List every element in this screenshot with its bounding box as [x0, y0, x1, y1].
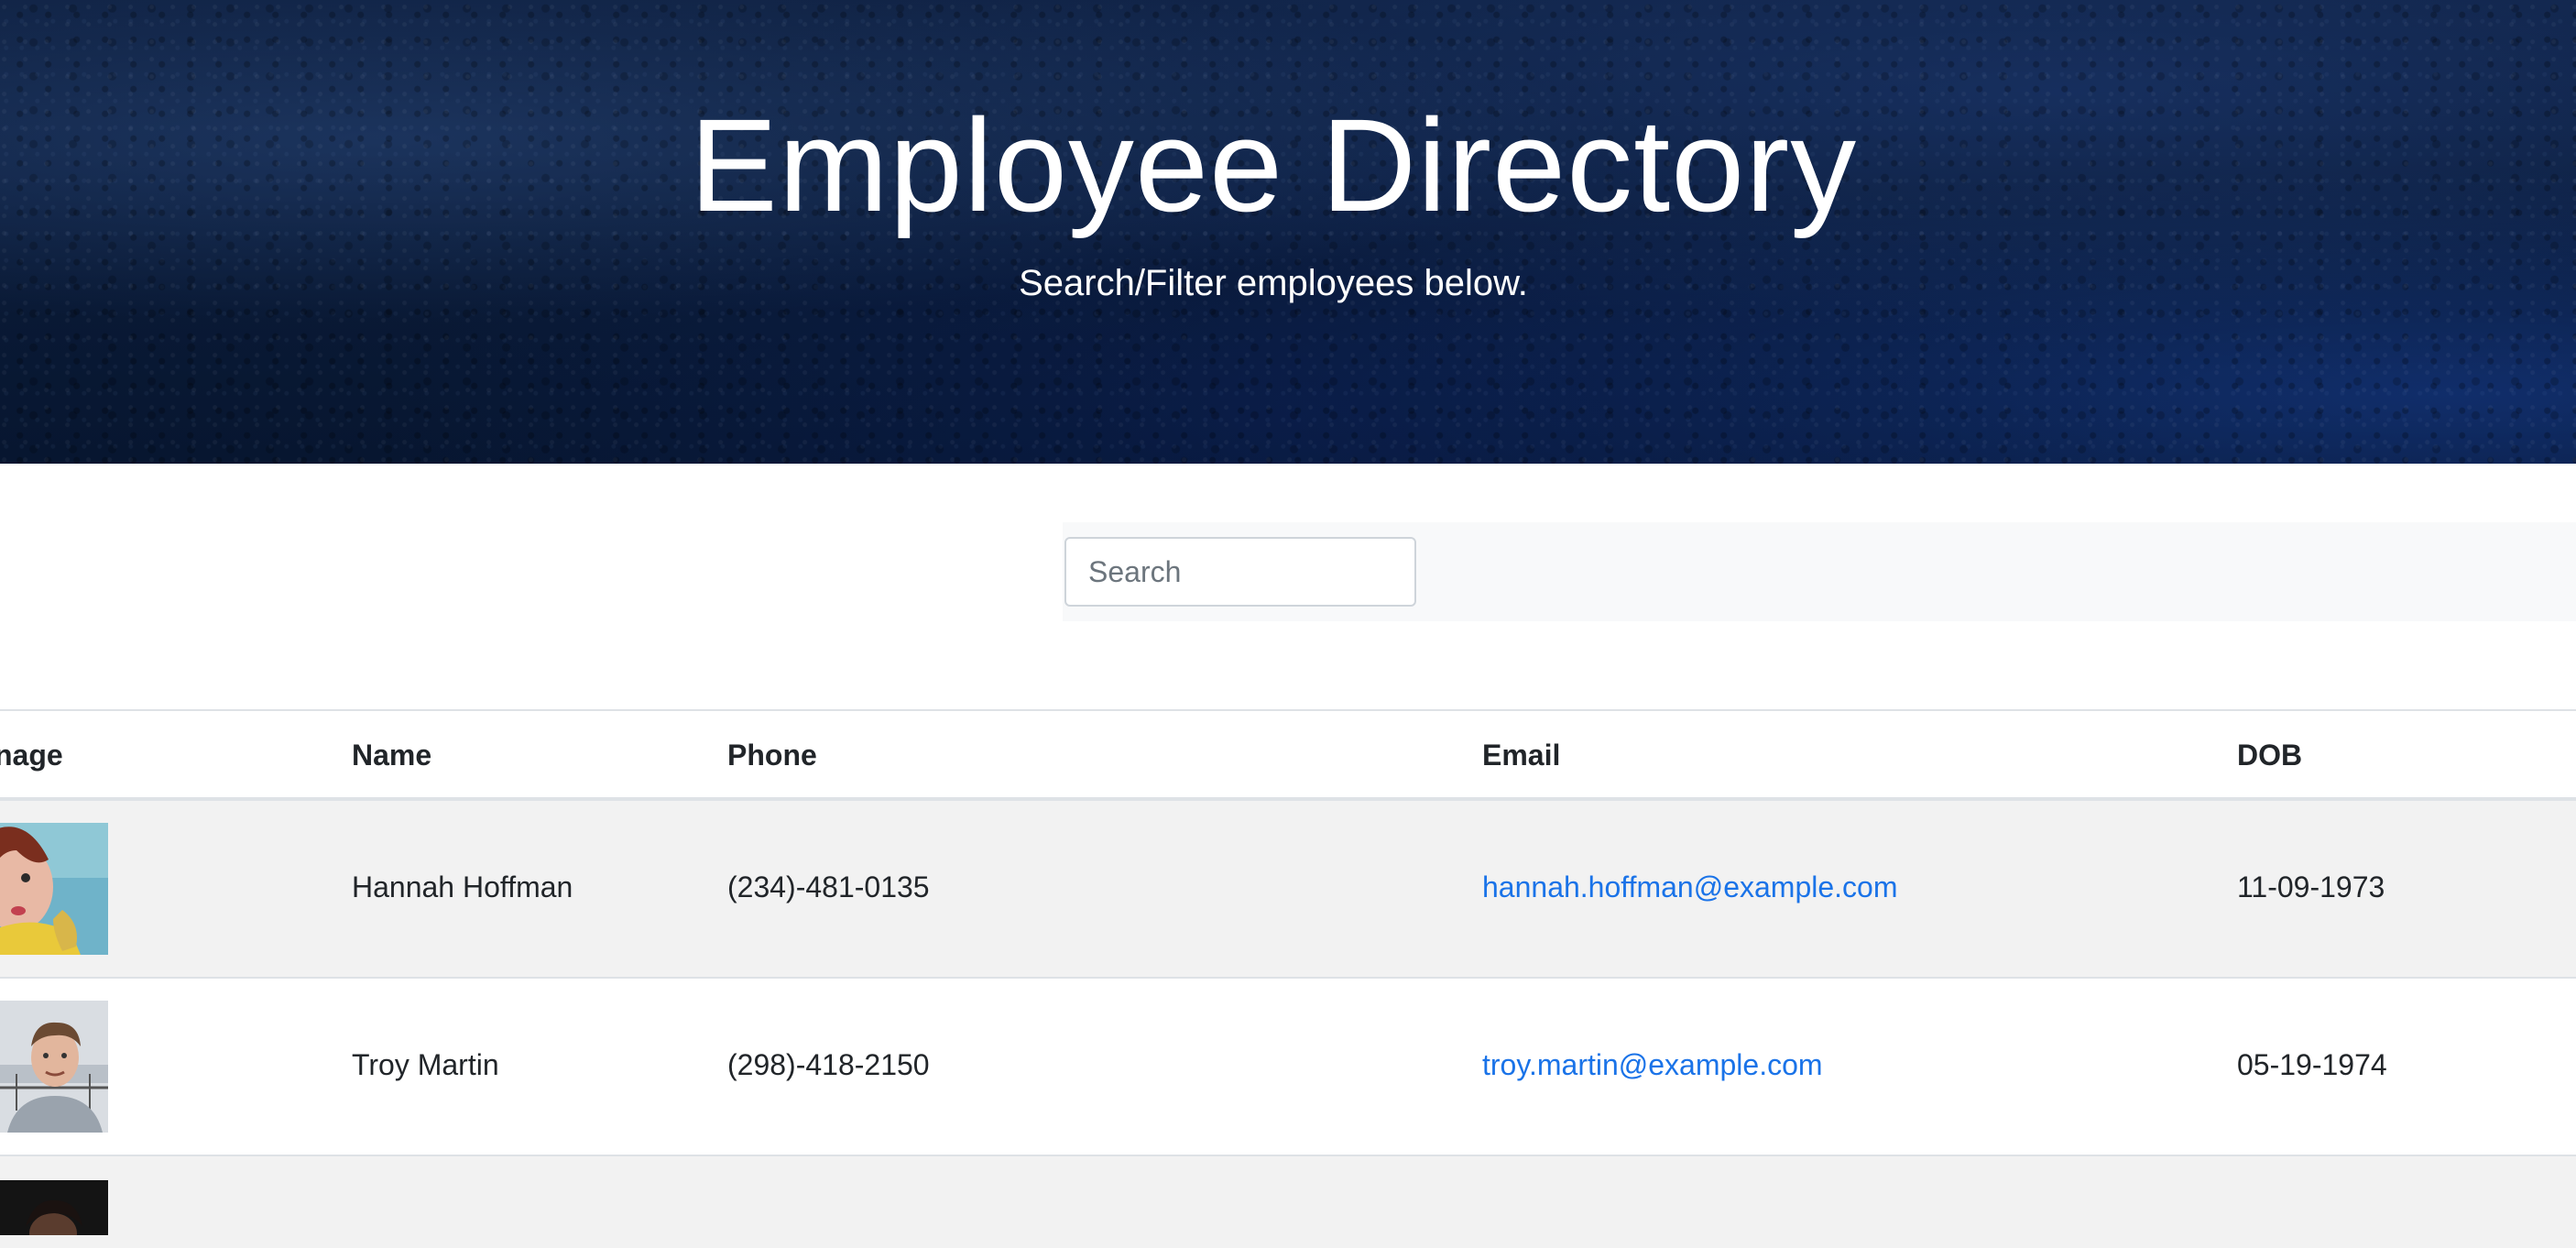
employee-phone: (298)-418-2150 [727, 1048, 930, 1081]
column-header-image[interactable]: nage [0, 739, 63, 772]
employee-dob: 11-09-1973 [2237, 870, 2385, 903]
column-header-dob[interactable]: DOB [2237, 739, 2302, 772]
column-header-email[interactable]: Email [1482, 739, 1560, 772]
column-header-name[interactable]: Name [352, 739, 431, 772]
employee-name: Hannah Hoffman [352, 870, 573, 903]
column-header-phone[interactable]: Phone [727, 739, 817, 772]
table-row [0, 1156, 2576, 1248]
avatar [0, 823, 108, 955]
employee-phone: (234)-481-0135 [727, 870, 930, 903]
avatar [0, 1001, 108, 1133]
avatar-photo-icon [0, 1001, 108, 1133]
search-bar [1063, 522, 2576, 621]
avatar [0, 1180, 108, 1235]
avatar-photo-icon [0, 1180, 108, 1235]
employee-dob: 05-19-1974 [2237, 1048, 2387, 1081]
page-subtitle: Search/Filter employees below. [1019, 263, 1528, 303]
employee-email-link[interactable]: troy.martin@example.com [1482, 1048, 1823, 1082]
page-title: Employee Directory [689, 92, 1858, 239]
table-row: Troy Martin (298)-418-2150 troy.martin@e… [0, 979, 2576, 1156]
avatar-photo-icon [0, 823, 108, 955]
table-header: nage Name Phone Email DOB [0, 709, 2576, 801]
search-input[interactable] [1064, 537, 1416, 607]
table-row: Hannah Hoffman (234)-481-0135 hannah.hof… [0, 801, 2576, 979]
employee-email-link[interactable]: hannah.hoffman@example.com [1482, 870, 1898, 904]
hero-banner: Employee Directory Search/Filter employe… [0, 0, 2576, 464]
employee-name: Troy Martin [352, 1048, 499, 1081]
